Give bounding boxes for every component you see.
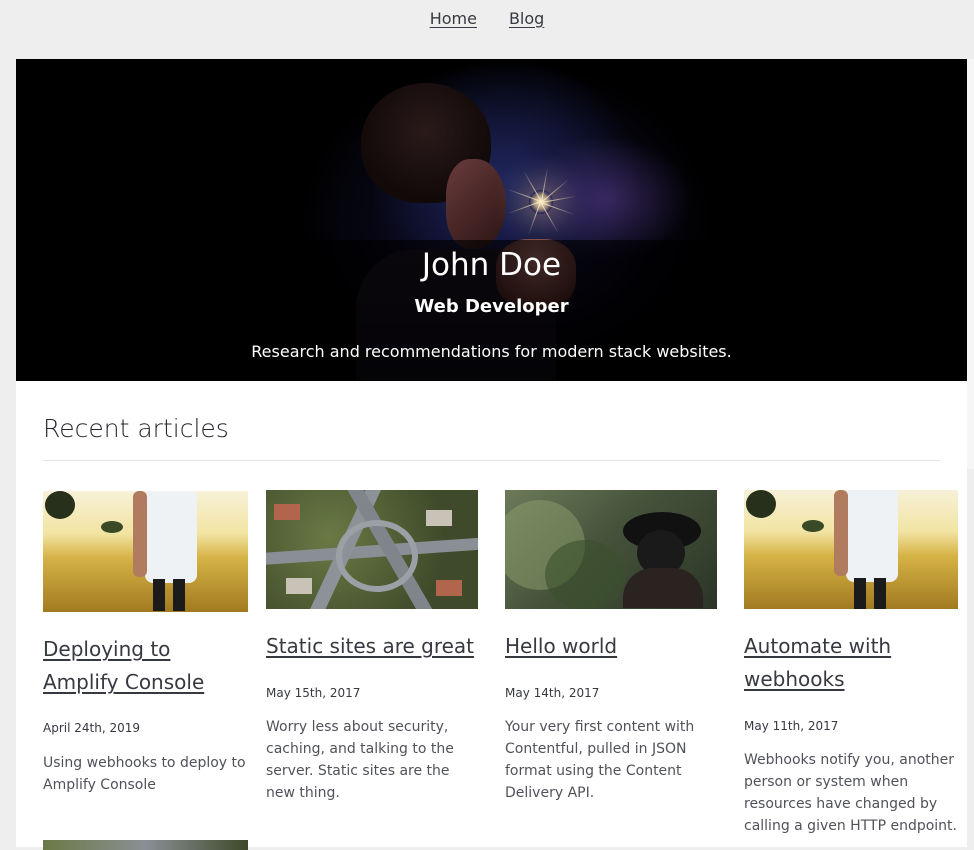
section-title: Recent articles <box>43 414 229 443</box>
highway-icon[interactable] <box>266 490 478 609</box>
article-title-link[interactable]: Deploying to Amplify Console <box>43 633 248 699</box>
field-icon[interactable] <box>744 490 958 609</box>
article-date: May 15th, 2017 <box>266 686 361 700</box>
article-description: Worry less about security, caching, and … <box>266 719 454 801</box>
scrollbar[interactable] <box>967 59 974 469</box>
article-date: May 14th, 2017 <box>505 686 600 700</box>
nav-blog-link[interactable]: Blog <box>509 9 544 28</box>
hero-banner: John Doe Web Developer Research and reco… <box>16 59 967 381</box>
article-description: Using webhooks to deploy to Amplify Cons… <box>43 755 246 793</box>
article-description: Webhooks notify you, another person or s… <box>744 752 957 834</box>
article-date: April 24th, 2019 <box>43 721 140 735</box>
article-title-link[interactable]: Automate with webhooks <box>744 630 958 696</box>
main-content: Recent articles Deploying to Amplify Con… <box>16 381 967 850</box>
hero-role: Web Developer <box>414 296 569 317</box>
top-nav: Home Blog <box>0 0 974 40</box>
hero-tagline: Research and recommendations for modern … <box>251 342 732 361</box>
article-title-link[interactable]: Hello world <box>505 630 717 663</box>
hero-name: John Doe <box>421 247 562 283</box>
forest-icon[interactable] <box>505 490 717 609</box>
article-thumbnail-partial[interactable] <box>43 840 248 850</box>
divider <box>43 460 940 461</box>
field-icon[interactable] <box>43 491 248 612</box>
sparkler-icon <box>506 166 577 237</box>
article-description: Your very first content with Contentful,… <box>505 719 695 801</box>
nav-home-link[interactable]: Home <box>430 9 477 28</box>
article-title-link[interactable]: Static sites are great <box>266 630 478 663</box>
article-date: May 11th, 2017 <box>744 719 839 733</box>
